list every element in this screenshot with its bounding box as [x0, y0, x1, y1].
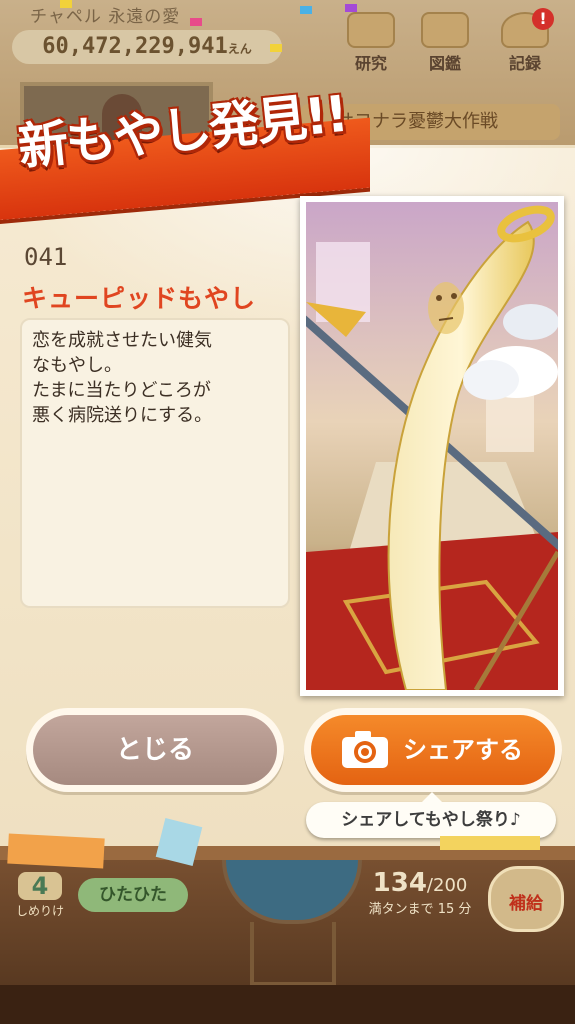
- floor: [0, 985, 575, 1024]
- share-button[interactable]: シェアする: [304, 708, 562, 792]
- description-line: なもやし。: [32, 355, 122, 376]
- status-pill: ひたひた: [78, 878, 188, 912]
- flask-icon: [347, 12, 395, 48]
- description-line: 悪く病院送りにする。: [32, 405, 213, 426]
- level-value: 4: [18, 872, 62, 900]
- confetti-piece: [60, 0, 72, 8]
- alert-badge: !: [532, 8, 554, 30]
- bottom-frame: [250, 922, 336, 986]
- share-button-face: シェアする: [311, 715, 555, 785]
- encyclopedia-button[interactable]: 図鑑: [414, 12, 476, 73]
- entry-number: 041: [24, 243, 68, 271]
- entry-name: キューピッドもやし: [22, 284, 257, 313]
- money-display: 60,472,229,941えん: [12, 30, 282, 64]
- moisture-level: 4 しめりけ: [10, 870, 70, 932]
- close-button[interactable]: とじる: [26, 708, 284, 792]
- description-line: たまに当たりどころが: [32, 380, 211, 401]
- confetti-piece: [300, 6, 312, 14]
- capacity-counter: 134/200 満タンまで 15 分: [360, 868, 480, 917]
- money-value: 60,472,229,941: [42, 34, 228, 59]
- camera-icon: [342, 731, 388, 768]
- count-current: 134: [372, 868, 427, 898]
- share-button-label: シェアする: [403, 736, 523, 764]
- encyclopedia-label: 図鑑: [428, 54, 461, 73]
- sticky-note: [440, 836, 540, 850]
- confetti-piece: [270, 44, 282, 52]
- description-box: 恋を成就させたい健気 なもやし。 たまに当たりどころが 悪く病院送りにする。: [20, 318, 290, 608]
- supply-button[interactable]: 補給: [488, 866, 564, 932]
- confetti-piece: [190, 18, 202, 26]
- chapel-title: チャペル 永遠の愛: [30, 7, 181, 27]
- level-caption: しめりけ: [15, 904, 64, 918]
- research-button[interactable]: 研究: [340, 12, 402, 73]
- sticky-note: [7, 833, 105, 869]
- count-subtext: 満タンまで 15 分: [368, 902, 472, 917]
- count-max: /200: [426, 875, 468, 896]
- close-button-label: とじる: [33, 715, 277, 785]
- records-label: 記録: [508, 54, 541, 73]
- moyashi-illustration: [300, 196, 564, 696]
- money-unit: えん: [227, 42, 252, 56]
- share-tooltip: シェアしてもやし祭り♪: [306, 792, 556, 838]
- confetti-piece: [345, 4, 357, 12]
- records-button[interactable]: 記録 !: [494, 8, 556, 73]
- description-line: 恋を成就させたい健気: [32, 330, 212, 351]
- book-icon: [421, 12, 469, 48]
